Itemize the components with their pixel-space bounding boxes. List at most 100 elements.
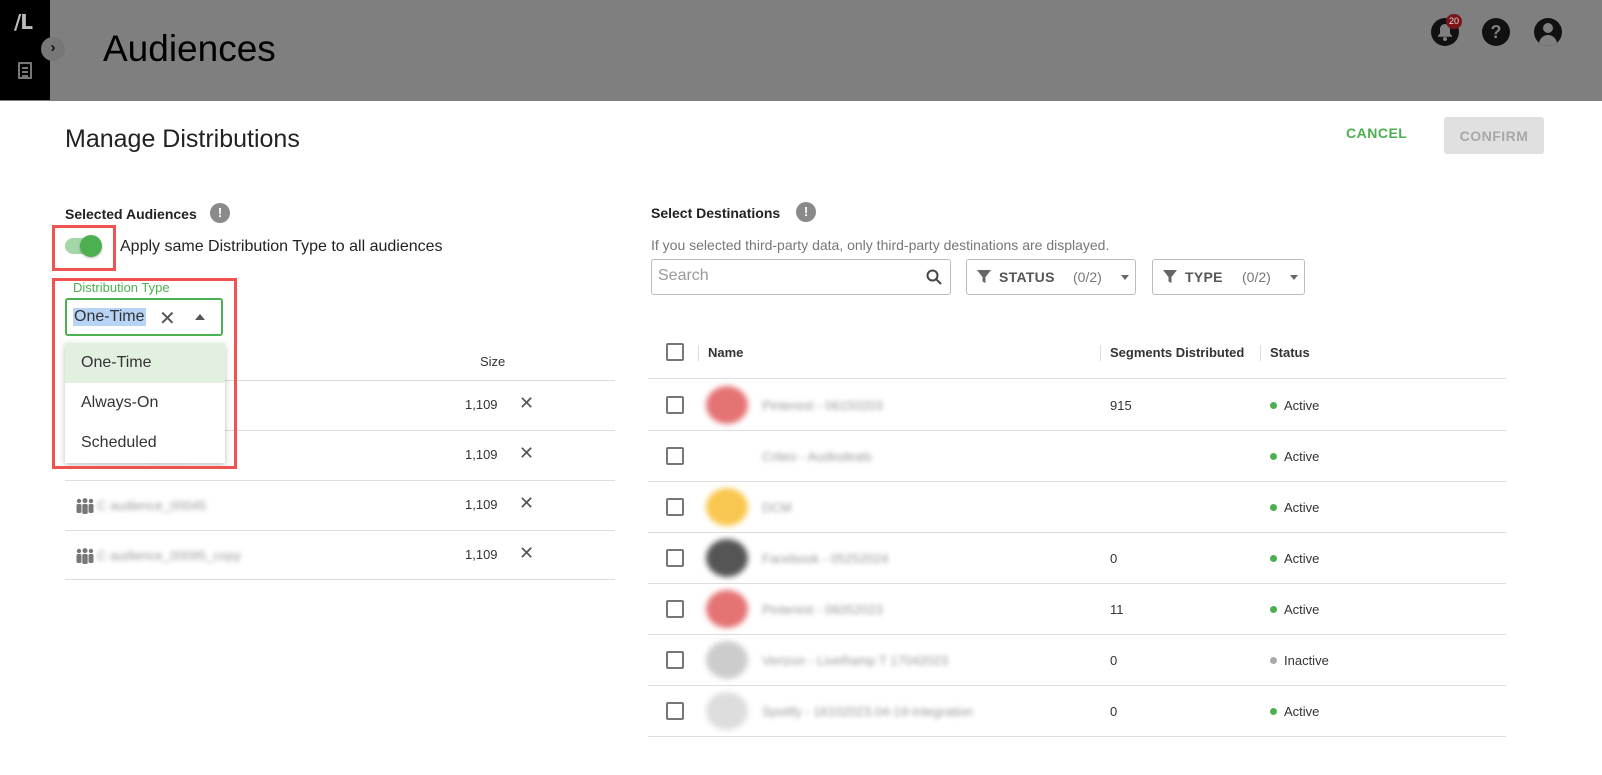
account-icon[interactable] <box>1534 18 1562 46</box>
table-row[interactable]: Verizon - LiveRamp T 17042023 0 Inactive <box>648 635 1506 686</box>
notification-count-badge: 20 <box>1446 14 1463 29</box>
table-row: C audience_00095_copy 1,109 ✕ <box>65 530 615 580</box>
column-divider <box>698 345 699 361</box>
table-row[interactable]: Pinterest - 06150203 915 Active <box>648 380 1506 431</box>
destination-name: Spotify - 16102023.04-19-integration <box>762 704 974 719</box>
audience-size: 1,109 <box>465 447 498 462</box>
destination-logo <box>706 539 748 577</box>
destination-name: Verizon - LiveRamp T 17042023 <box>762 653 948 668</box>
status-filter-label: STATUS <box>999 269 1055 285</box>
status-text: Active <box>1284 449 1320 464</box>
destination-name: Pinterest - 06150203 <box>762 398 883 413</box>
status-dot-icon <box>1270 402 1277 409</box>
status-cell: Active <box>1270 551 1319 566</box>
status-column-header[interactable]: Status <box>1270 345 1310 360</box>
expand-sidebar-button[interactable]: › <box>41 37 65 61</box>
app-logo: /L <box>14 10 33 34</box>
status-text: Active <box>1284 500 1320 515</box>
name-column-header[interactable]: Name <box>708 345 743 360</box>
destination-name: Facebook - 05252024 <box>762 551 889 566</box>
remove-audience-icon[interactable]: ✕ <box>519 393 534 414</box>
status-cell: Active <box>1270 398 1319 413</box>
destination-logo <box>706 641 748 679</box>
segments-distributed: 0 <box>1110 551 1118 566</box>
remove-audience-icon[interactable]: ✕ <box>519 543 534 564</box>
row-checkbox[interactable] <box>666 651 684 669</box>
status-filter-button[interactable]: STATUS (0/2) <box>966 259 1136 295</box>
toggle-knob[interactable] <box>80 235 102 257</box>
status-cell: Active <box>1270 704 1319 719</box>
row-checkbox[interactable] <box>666 702 684 720</box>
table-row: C audience_00045 1,109 ✕ <box>65 480 615 530</box>
status-text: Active <box>1284 602 1320 617</box>
table-row[interactable]: Facebook - 05252024 0 Active <box>648 533 1506 584</box>
select-destinations-info-icon[interactable]: ! <box>796 202 816 222</box>
row-checkbox[interactable] <box>666 447 684 465</box>
audience-group-icon <box>76 498 94 514</box>
status-cell: Inactive <box>1270 653 1329 668</box>
row-checkbox[interactable] <box>666 498 684 516</box>
status-dot-icon <box>1270 606 1277 613</box>
row-checkbox[interactable] <box>666 600 684 618</box>
table-row[interactable]: DCM Active <box>648 482 1506 533</box>
help-icon[interactable]: ? <box>1482 18 1510 46</box>
status-dot-icon <box>1270 657 1277 664</box>
row-checkbox[interactable] <box>666 549 684 567</box>
select-all-checkbox[interactable] <box>666 343 684 361</box>
cancel-button[interactable]: CANCEL <box>1346 125 1407 141</box>
audience-size: 1,109 <box>465 397 498 412</box>
status-dot-icon <box>1270 708 1277 715</box>
destination-name: Criteo - Audiodeals <box>762 449 872 464</box>
dropdown-highlight-box <box>52 278 237 469</box>
table-row[interactable]: Pinterest - 06052023 11 Active <box>648 584 1506 635</box>
document-icon[interactable] <box>18 62 32 79</box>
manage-distributions-modal: Manage Distributions CANCEL CONFIRM Sele… <box>0 101 1602 775</box>
table-row[interactable]: Spotify - 16102023.04-19-integration 0 Act… <box>648 686 1506 737</box>
confirm-button[interactable]: CONFIRM <box>1444 117 1544 154</box>
status-cell: Active <box>1270 449 1319 464</box>
chevron-down-icon <box>1290 275 1298 280</box>
status-text: Active <box>1284 398 1320 413</box>
remove-audience-icon[interactable]: ✕ <box>519 493 534 514</box>
modal-title: Manage Distributions <box>65 125 300 153</box>
selected-audiences-heading: Selected Audiences <box>65 206 197 222</box>
type-filter-button[interactable]: TYPE (0/2) <box>1152 259 1305 295</box>
column-divider <box>1260 345 1261 361</box>
status-dot-icon <box>1270 453 1277 460</box>
segments-distributed: 0 <box>1110 704 1118 719</box>
audience-name: C audience_00045 <box>97 498 207 513</box>
filter-icon <box>977 270 991 283</box>
row-checkbox[interactable] <box>666 396 684 414</box>
selected-audiences-info-icon[interactable]: ! <box>210 203 230 223</box>
destination-logo <box>706 437 748 475</box>
destination-logo <box>706 692 748 730</box>
segments-column-header[interactable]: Segments Distributed <box>1110 345 1244 360</box>
audience-size: 1,109 <box>465 497 498 512</box>
status-cell: Active <box>1270 602 1319 617</box>
column-divider <box>1100 345 1101 361</box>
chevron-down-icon <box>1121 275 1129 280</box>
status-text: Active <box>1284 704 1320 719</box>
remove-audience-icon[interactable]: ✕ <box>519 443 534 464</box>
status-dot-icon <box>1270 504 1277 511</box>
destination-search[interactable] <box>651 259 951 295</box>
page-title: Audiences <box>103 28 276 69</box>
select-destinations-heading: Select Destinations <box>651 205 781 221</box>
destination-name: Pinterest - 06052023 <box>762 602 883 617</box>
apply-same-type-label: Apply same Distribution Type to all audi… <box>120 238 443 255</box>
status-text: Active <box>1284 551 1320 566</box>
status-dot-icon <box>1270 555 1277 562</box>
type-filter-label: TYPE <box>1185 269 1223 285</box>
type-filter-count: (0/2) <box>1242 269 1271 285</box>
segments-distributed: 11 <box>1110 602 1124 617</box>
status-cell: Active <box>1270 500 1319 515</box>
size-column-header: Size <box>480 354 506 369</box>
status-filter-count: (0/2) <box>1073 269 1102 285</box>
search-icon[interactable] <box>926 269 942 285</box>
audience-size: 1,109 <box>465 547 498 562</box>
search-input[interactable] <box>658 267 908 285</box>
table-header: Name Segments Distributed Status <box>648 329 1506 379</box>
status-text: Inactive <box>1284 653 1329 668</box>
table-row[interactable]: Criteo - Audiodeals Active <box>648 431 1506 482</box>
destination-logo <box>706 488 748 526</box>
